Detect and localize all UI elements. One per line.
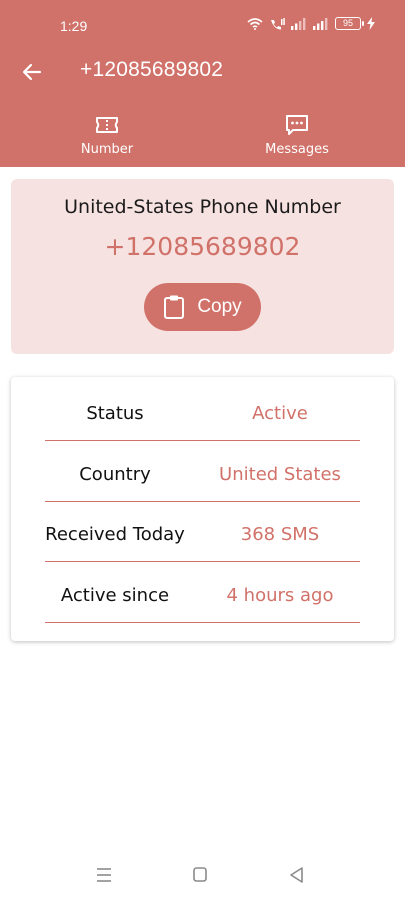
system-nav-bar bbox=[0, 855, 405, 895]
copy-button[interactable]: Copy bbox=[144, 283, 261, 331]
charging-icon bbox=[367, 17, 375, 30]
signal-icon bbox=[291, 17, 306, 30]
info-label: Country bbox=[79, 464, 151, 485]
app-screen: 1:29 95 +12085689802 Number Messages Uni… bbox=[0, 0, 405, 900]
battery-icon: 95 bbox=[335, 17, 364, 30]
call-signal-icon bbox=[271, 17, 285, 29]
info-row-active-since: Active since 4 hours ago bbox=[45, 563, 360, 623]
phone-number-card: United-States Phone Number +12085689802 … bbox=[11, 179, 394, 354]
info-value: United States bbox=[219, 464, 341, 485]
page-title: +12085689802 bbox=[80, 58, 224, 81]
arrow-left-icon[interactable] bbox=[20, 60, 44, 84]
menu-icon[interactable] bbox=[92, 865, 116, 885]
info-row-received-today: Received Today 368 SMS bbox=[45, 502, 360, 562]
app-bar: +12085689802 bbox=[0, 52, 405, 92]
card-heading: United-States Phone Number bbox=[64, 196, 341, 218]
status-time: 1:29 bbox=[60, 18, 88, 34]
clipboard-icon bbox=[164, 295, 185, 319]
header: 1:29 95 +12085689802 Number Messages bbox=[0, 0, 405, 167]
info-table: Status Active Country United States Rece… bbox=[11, 377, 394, 641]
info-value: Active bbox=[252, 403, 308, 424]
phone-number[interactable]: +12085689802 bbox=[11, 232, 394, 261]
status-icons: 95 bbox=[247, 17, 375, 30]
home-square-icon[interactable] bbox=[188, 865, 212, 885]
status-bar: 1:29 95 bbox=[0, 0, 405, 52]
info-row-status: Status Active bbox=[45, 381, 360, 441]
wifi-icon bbox=[247, 17, 263, 30]
ticket-icon bbox=[96, 117, 118, 133]
info-label: Received Today bbox=[45, 524, 185, 545]
info-label: Active since bbox=[60, 585, 170, 606]
tab-messages[interactable]: Messages bbox=[247, 112, 347, 167]
tab-number-label: Number bbox=[80, 142, 134, 157]
tab-number[interactable]: Number bbox=[57, 112, 157, 167]
signal-icon-2 bbox=[313, 17, 328, 30]
back-triangle-icon[interactable] bbox=[285, 865, 309, 885]
info-value: 4 hours ago bbox=[226, 585, 334, 606]
tab-messages-label: Messages bbox=[265, 142, 329, 157]
tab-bar: Number Messages bbox=[0, 112, 405, 167]
info-label: Status bbox=[86, 403, 144, 424]
info-row-country: Country United States bbox=[45, 442, 360, 502]
copy-button-label: Copy bbox=[197, 296, 242, 317]
info-value: 368 SMS bbox=[240, 524, 320, 545]
message-dots-icon bbox=[286, 115, 308, 135]
